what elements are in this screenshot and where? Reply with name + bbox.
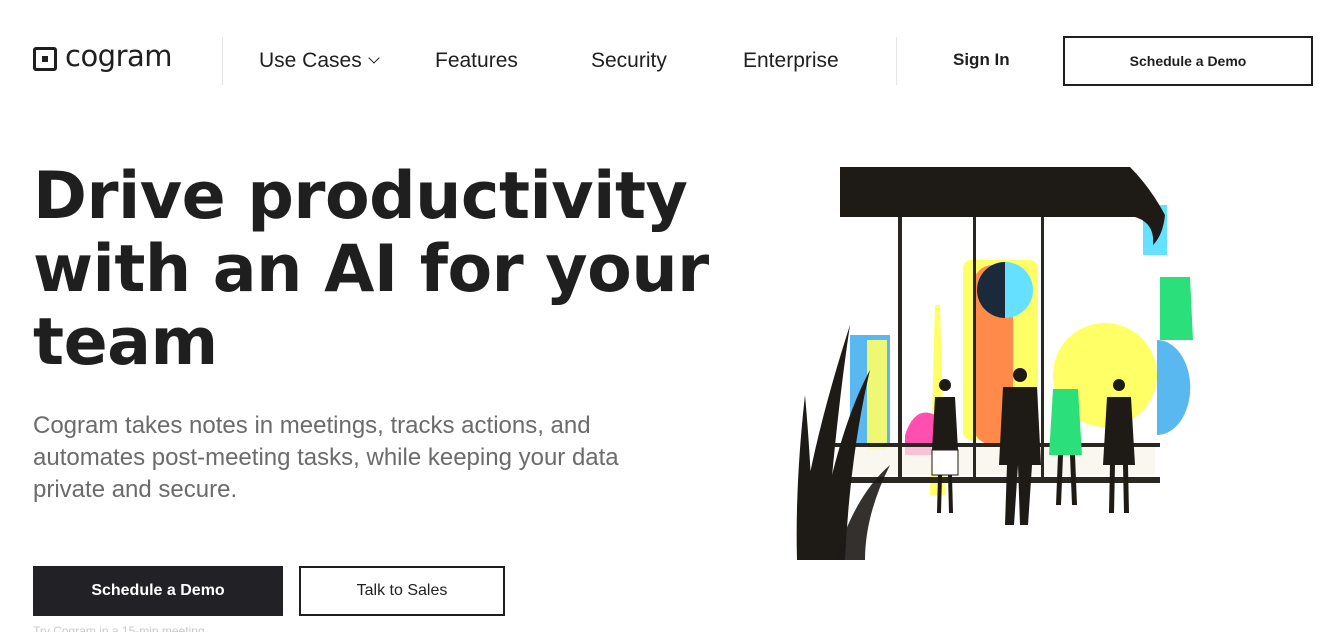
- nav-item-label: Use Cases: [259, 49, 362, 72]
- illus-roof: [840, 167, 1165, 245]
- nav-item-security[interactable]: Security: [591, 48, 667, 74]
- illus-blue-half: [1157, 340, 1191, 435]
- chevron-down-icon: [368, 52, 380, 64]
- hero-illustration: [796, 167, 1193, 560]
- nav-item-label: Security: [591, 49, 667, 72]
- hero-title: Drive productivity with an AI for your t…: [33, 159, 709, 380]
- schedule-demo-button[interactable]: Schedule a Demo: [33, 566, 283, 616]
- cogram-logo[interactable]: cogram: [33, 39, 173, 73]
- nav-item-label: Features: [435, 49, 518, 72]
- illus-window-frame: [1041, 217, 1044, 477]
- sign-in-link[interactable]: Sign In: [953, 50, 1010, 70]
- nav-divider: [896, 37, 897, 85]
- illus-window-frame: [898, 217, 902, 477]
- illus-plant-leaf: [796, 395, 813, 560]
- talk-to-sales-button[interactable]: Talk to Sales: [299, 566, 505, 616]
- nav-item-features[interactable]: Features: [435, 48, 518, 74]
- illus-green-block: [1160, 277, 1193, 340]
- illus-window-frame: [973, 217, 976, 477]
- nav-item-label: Enterprise: [743, 49, 839, 72]
- nav-item-enterprise[interactable]: Enterprise: [743, 48, 839, 74]
- nav-item-use-cases[interactable]: Use Cases: [259, 48, 380, 74]
- top-navigation: cogram Use Cases Features Security Enter…: [0, 0, 1335, 120]
- illus-yellow-strip: [867, 340, 887, 450]
- hero-subtitle: Cogram takes notes in meetings, tracks a…: [33, 412, 619, 503]
- brand-name: cogram: [65, 39, 173, 73]
- schedule-demo-nav-button[interactable]: Schedule a Demo: [1063, 36, 1313, 86]
- cogram-logo-icon: [33, 46, 57, 71]
- nav-divider: [222, 37, 223, 85]
- trial-hint-text: Try Cogram in a 15-min meeting: [33, 624, 205, 632]
